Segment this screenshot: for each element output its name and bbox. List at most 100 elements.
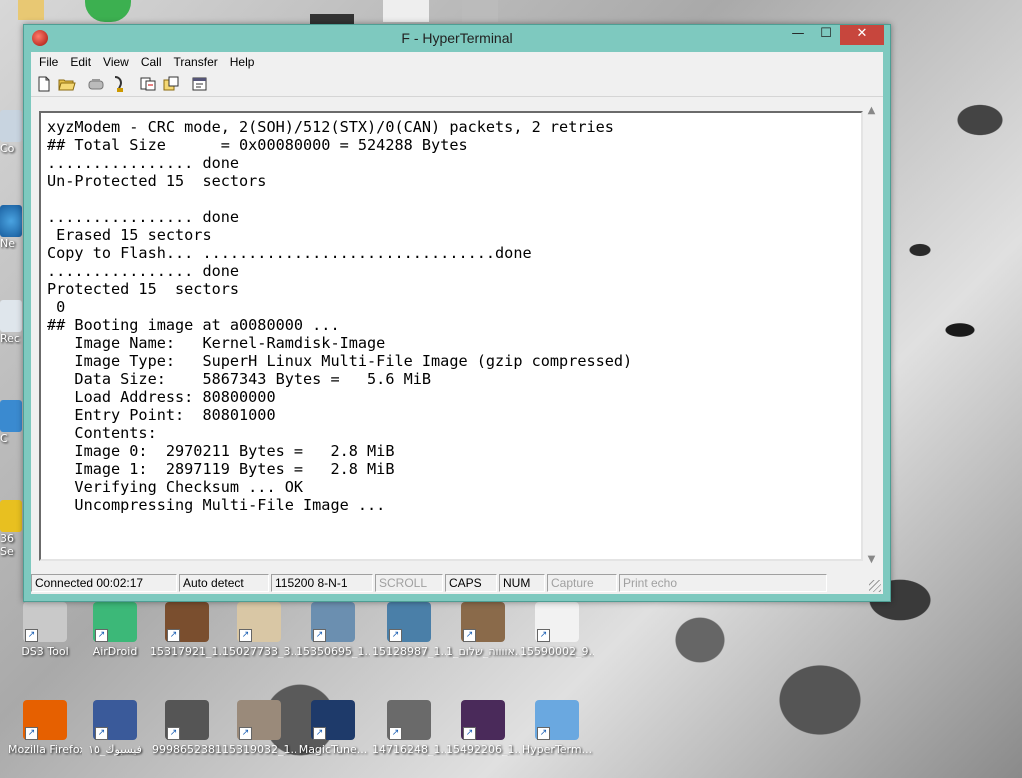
terminal-line: Data Size: 5867343 Bytes = 5.6 MiB [47, 370, 432, 388]
hyperterminal-window: F - HyperTerminal — ☐ ✕ File Edit View C… [23, 24, 891, 602]
shortcut-arrow-icon: ↗ [167, 629, 180, 642]
terminal-line: Entry Point: 80801000 [47, 406, 276, 424]
window-title: F - HyperTerminal [401, 30, 513, 46]
terminal-line: ................ done [47, 154, 240, 172]
terminal-line: 0 [47, 298, 66, 316]
network-icon [0, 205, 22, 237]
terminal-line: xyzModem - CRC mode, 2(SOH)/512(STX)/0(C… [47, 118, 614, 136]
computer-icon [0, 110, 22, 142]
desktop-thumbnail-icon: ↗ [237, 700, 281, 740]
toolbar [31, 72, 883, 97]
desktop-icon[interactable]: ↗ DS3 Tool [8, 602, 82, 658]
desktop-thumbnail-icon: ↗ [93, 700, 137, 740]
desktop-icon[interactable]: ↗ MagicTune... [296, 700, 370, 756]
new-icon[interactable] [35, 75, 55, 93]
desktop-icon[interactable]: ↗ 15027733_3... [222, 602, 296, 658]
menu-bar: File Edit View Call Transfer Help [31, 52, 883, 72]
status-scroll: SCROLL [375, 574, 443, 592]
desktop-thumbnail-icon: ↗ [23, 602, 67, 642]
scroll-up-icon[interactable]: ▲ [863, 102, 880, 119]
desktop-thumbnail-icon: ↗ [535, 700, 579, 740]
connect-icon[interactable] [110, 75, 130, 93]
desktop-icon[interactable]: ↗ 15128987_1... [372, 602, 446, 658]
maximize-button[interactable]: ☐ [812, 25, 840, 45]
desktop-icon[interactable]: ↗ 15492206_1... [446, 700, 520, 756]
terminal-line: ................ done [47, 262, 240, 280]
properties-icon[interactable] [191, 75, 211, 93]
disconnect-icon[interactable] [87, 75, 107, 93]
terminal-line: ................ done [47, 208, 240, 226]
desktop-icon[interactable]: ↗ AirDroid [78, 602, 152, 658]
desktop-top-icon-folder[interactable] [18, 0, 44, 20]
desktop-icon[interactable]: ↗ אווווה_שלום_1... [446, 602, 520, 658]
desktop-icon-label: MagicTune... [298, 743, 368, 756]
desktop-icon-label: 15350695_1... [296, 645, 370, 658]
desktop-icon[interactable]: ↗ 15319032_1... [222, 700, 296, 756]
desktop-thumbnail-icon: ↗ [93, 602, 137, 642]
status-detect: Auto detect [179, 574, 269, 592]
terminal-area[interactable]: xyzModem - CRC mode, 2(SOH)/512(STX)/0(C… [39, 111, 863, 561]
desktop-icon-label: 9998652381 [152, 743, 222, 756]
terminal-line: Erased 15 sectors [47, 226, 212, 244]
status-num: NUM [499, 574, 545, 592]
menu-file[interactable]: File [33, 55, 64, 69]
menu-edit[interactable]: Edit [64, 55, 97, 69]
desktop-icon-label: فيسبوك_١٥ [88, 743, 142, 756]
terminal-line: Image 0: 2970211 Bytes = 2.8 MiB [47, 442, 395, 460]
desktop-icon[interactable]: ↗ HyperTerm... [520, 700, 594, 756]
desktop-thumbnail-icon: ↗ [311, 700, 355, 740]
menu-help[interactable]: Help [224, 55, 261, 69]
terminal-output: xyzModem - CRC mode, 2(SOH)/512(STX)/0(C… [47, 118, 632, 514]
vertical-scrollbar[interactable]: ▲ ▼ [863, 102, 880, 568]
status-bar: Connected 00:02:17 Auto detect 115200 8-… [31, 572, 883, 594]
scroll-down-icon[interactable]: ▼ [863, 551, 880, 568]
desktop-icon-label: DS3 Tool [21, 645, 69, 658]
title-bar[interactable]: F - HyperTerminal — ☐ ✕ [24, 25, 890, 52]
minimize-button[interactable]: — [784, 25, 812, 45]
desktop-icon-label: 15319032_1... [222, 743, 296, 756]
status-print-echo: Print echo [619, 574, 827, 592]
shortcut-arrow-icon: ↗ [239, 629, 252, 642]
terminal-line: ## Booting image at a0080000 ... [47, 316, 340, 334]
desktop-top-icon-image[interactable] [310, 14, 354, 24]
shortcut-arrow-icon: ↗ [463, 629, 476, 642]
menu-view[interactable]: View [97, 55, 135, 69]
shortcut-arrow-icon: ↗ [95, 629, 108, 642]
desktop-thumbnail-icon: ↗ [387, 700, 431, 740]
terminal-line: Load Address: 80800000 [47, 388, 276, 406]
desktop-icon-label: 15317921_1... [150, 645, 224, 658]
desktop-top-icon-app[interactable] [85, 0, 131, 22]
desktop-icon[interactable]: ↗ 15590002_9... [520, 602, 594, 658]
desktop-top-icon-image[interactable] [383, 0, 429, 22]
desktop-icon-label: 15128987_1... [372, 645, 446, 658]
menu-call[interactable]: Call [135, 55, 168, 69]
open-icon[interactable] [58, 75, 78, 93]
app-icon [0, 500, 22, 532]
receive-icon[interactable] [162, 75, 182, 93]
menu-transfer[interactable]: Transfer [168, 55, 224, 69]
desktop-icon[interactable]: ↗ Mozilla Firefox [8, 700, 82, 756]
shortcut-arrow-icon: ↗ [313, 629, 326, 642]
desktop-icon[interactable]: ↗ 14716248_1... [372, 700, 446, 756]
close-button[interactable]: ✕ [840, 25, 884, 45]
shortcut-arrow-icon: ↗ [95, 727, 108, 740]
desktop-icon[interactable]: ↗ 15350695_1... [296, 602, 370, 658]
desktop-thumbnail-icon: ↗ [311, 602, 355, 642]
terminal-line: Contents: [47, 424, 157, 442]
shortcut-arrow-icon: ↗ [167, 727, 180, 740]
desktop-thumbnail-icon: ↗ [23, 700, 67, 740]
shortcut-arrow-icon: ↗ [537, 727, 550, 740]
desktop-thumbnail-icon: ↗ [237, 602, 281, 642]
terminal-line: Copy to Flash... .......................… [47, 244, 532, 262]
send-icon[interactable] [139, 75, 159, 93]
terminal-line: ## Total Size = 0x00080000 = 524288 Byte… [47, 136, 468, 154]
desktop-icon[interactable]: ↗ 9998652381 [150, 700, 224, 756]
resize-grip-icon[interactable] [869, 580, 881, 592]
status-caps: CAPS [445, 574, 497, 592]
desktop-thumbnail-icon: ↗ [535, 602, 579, 642]
desktop-icon[interactable]: ↗ 15317921_1... [150, 602, 224, 658]
recycle-bin-icon [0, 300, 22, 332]
desktop-icon[interactable]: ↗ فيسبوك_١٥ [78, 700, 152, 756]
desktop-top-icon-image[interactable] [462, 0, 498, 22]
desktop-icon-label: 15590002_9... [520, 645, 594, 658]
